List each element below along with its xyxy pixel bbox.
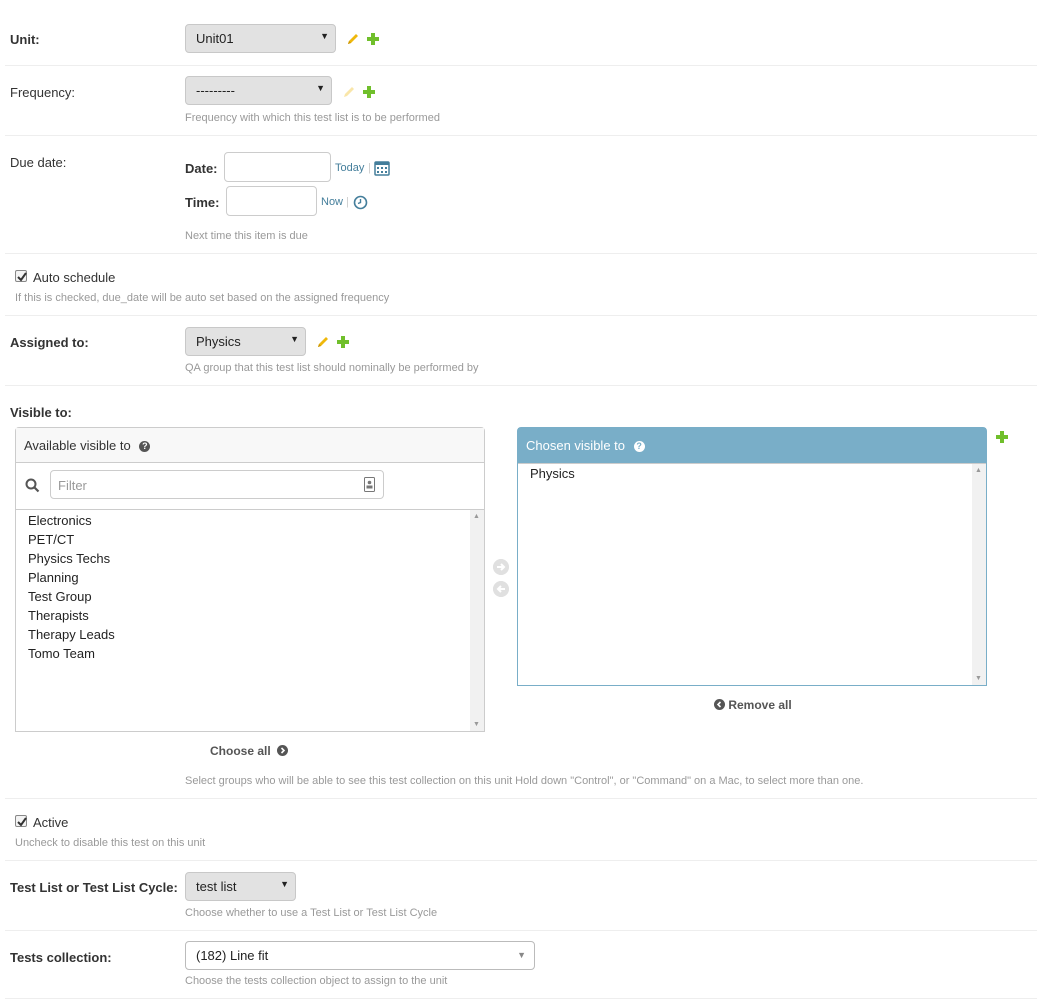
unit-row	[5, 0, 1037, 66]
chosen-scrollbar[interactable]: ▲ ▼	[972, 464, 986, 685]
active-label: Active	[33, 815, 69, 830]
list-item[interactable]: Tomo Team	[28, 646, 95, 661]
frequency-help: Frequency with which this test list is t…	[185, 112, 440, 124]
plus-icon[interactable]	[336, 335, 350, 349]
scroll-down-icon[interactable]: ▼	[975, 675, 982, 682]
plus-icon[interactable]	[995, 430, 1009, 444]
help-icon: ?	[139, 441, 151, 452]
remove-all-label: Remove all	[728, 698, 792, 712]
available-title: Available visible to	[24, 438, 131, 453]
auto-schedule-checkbox[interactable]	[15, 270, 27, 282]
tests-collection-select[interactable]: (182) Line fit ▼	[185, 941, 535, 970]
separator: |	[368, 162, 371, 174]
available-header: Available visible to ?	[16, 428, 484, 463]
frequency-row	[5, 66, 1037, 136]
content-type-help: Choose whether to use a Test List or Tes…	[185, 907, 438, 919]
due-date-label: Due date:	[10, 155, 67, 170]
chevron-down-icon: ▼	[316, 83, 325, 93]
available-box: Available visible to ? Filter Electronic…	[15, 427, 485, 732]
plus-icon[interactable]	[362, 85, 376, 99]
assigned-to-row	[5, 316, 1037, 386]
date-label: Date:	[185, 161, 218, 176]
separator: |	[346, 196, 349, 208]
filter-placeholder: Filter	[58, 478, 87, 493]
today-link[interactable]: Today	[335, 162, 364, 174]
assigned-to-select[interactable]: Physics ▼	[185, 327, 306, 356]
pencil-icon[interactable]	[346, 32, 360, 46]
tests-collection-help: Choose the tests collection object to as…	[185, 975, 448, 987]
visible-to-label: Visible to:	[10, 405, 72, 420]
chosen-box: Chosen visible to ? Physics ▲ ▼	[517, 427, 987, 686]
plus-icon[interactable]	[366, 32, 380, 46]
list-item[interactable]: Therapy Leads	[28, 627, 115, 642]
now-link[interactable]: Now	[321, 196, 343, 208]
chevron-down-icon: ▼	[517, 950, 526, 960]
chosen-list[interactable]: Physics ▲ ▼	[518, 463, 986, 685]
chevron-down-icon: ▼	[320, 31, 329, 41]
scroll-up-icon[interactable]: ▲	[975, 467, 982, 474]
calendar-icon[interactable]	[374, 160, 390, 176]
clock-icon[interactable]	[353, 195, 368, 210]
active-checkbox[interactable]	[15, 815, 27, 827]
active-help: Uncheck to disable this test on this uni…	[15, 837, 206, 849]
help-icon: ?	[633, 441, 645, 452]
list-item[interactable]: PET/CT	[28, 532, 74, 547]
search-icon	[25, 478, 40, 493]
content-type-label: Test List or Test List Cycle:	[10, 880, 178, 895]
chevron-down-icon: ▼	[290, 334, 299, 344]
time-input[interactable]	[226, 186, 317, 216]
time-label: Time:	[185, 195, 220, 210]
list-item[interactable]: Planning	[28, 570, 79, 585]
date-input[interactable]	[224, 152, 331, 182]
content-type-value: test list	[196, 879, 237, 894]
add-arrow-icon[interactable]	[493, 559, 509, 575]
unit-select-value: Unit01	[196, 31, 234, 46]
tests-collection-label: Tests collection:	[10, 950, 112, 965]
available-list[interactable]: Electronics PET/CT Physics Techs Plannin…	[16, 510, 484, 731]
scroll-down-icon[interactable]: ▼	[473, 721, 480, 728]
pencil-icon[interactable]	[316, 335, 330, 349]
filter-row: Filter	[16, 463, 484, 510]
assigned-to-label: Assigned to:	[10, 335, 89, 350]
list-item[interactable]: Therapists	[28, 608, 89, 623]
list-item[interactable]: Physics	[530, 466, 575, 481]
list-item[interactable]: Physics Techs	[28, 551, 110, 566]
contact-card-icon	[364, 477, 375, 492]
chevron-left-circle-icon	[714, 699, 725, 710]
frequency-select[interactable]: --------- ▼	[185, 76, 332, 105]
remove-all-link[interactable]: Remove all	[714, 698, 792, 712]
content-type-row	[5, 861, 1037, 931]
auto-schedule-label: Auto schedule	[33, 270, 116, 285]
chevron-down-icon: ▼	[280, 879, 289, 889]
choose-all-label: Choose all	[210, 744, 271, 758]
chevron-right-circle-icon	[277, 745, 289, 756]
visible-to-help: Select groups who will be able to see th…	[185, 775, 864, 787]
unit-select[interactable]: Unit01 ▼	[185, 24, 336, 53]
list-item[interactable]: Electronics	[28, 513, 92, 528]
list-item[interactable]: Test Group	[28, 589, 92, 604]
chosen-header: Chosen visible to ?	[518, 428, 986, 463]
content-type-select[interactable]: test list ▼	[185, 872, 296, 901]
chosen-title: Chosen visible to	[526, 438, 625, 453]
available-scrollbar[interactable]: ▲ ▼	[470, 510, 484, 731]
scroll-up-icon[interactable]: ▲	[473, 513, 480, 520]
auto-schedule-help: If this is checked, due_date will be aut…	[15, 292, 390, 304]
assigned-to-help: QA group that this test list should nomi…	[185, 362, 479, 374]
pencil-icon	[344, 87, 354, 97]
auto-schedule-row	[5, 254, 1037, 316]
filter-input[interactable]: Filter	[50, 470, 384, 499]
frequency-label: Frequency:	[10, 85, 76, 100]
due-date-help: Next time this item is due	[185, 230, 308, 242]
assigned-to-value: Physics	[196, 334, 241, 349]
due-date-row	[5, 136, 1037, 254]
unit-label: Unit:	[10, 32, 40, 47]
remove-arrow-icon[interactable]	[493, 581, 509, 597]
tests-collection-value: (182) Line fit	[196, 948, 269, 963]
frequency-select-value: ---------	[196, 83, 235, 98]
choose-all-link[interactable]: Choose all	[210, 744, 289, 758]
active-row	[5, 799, 1037, 861]
